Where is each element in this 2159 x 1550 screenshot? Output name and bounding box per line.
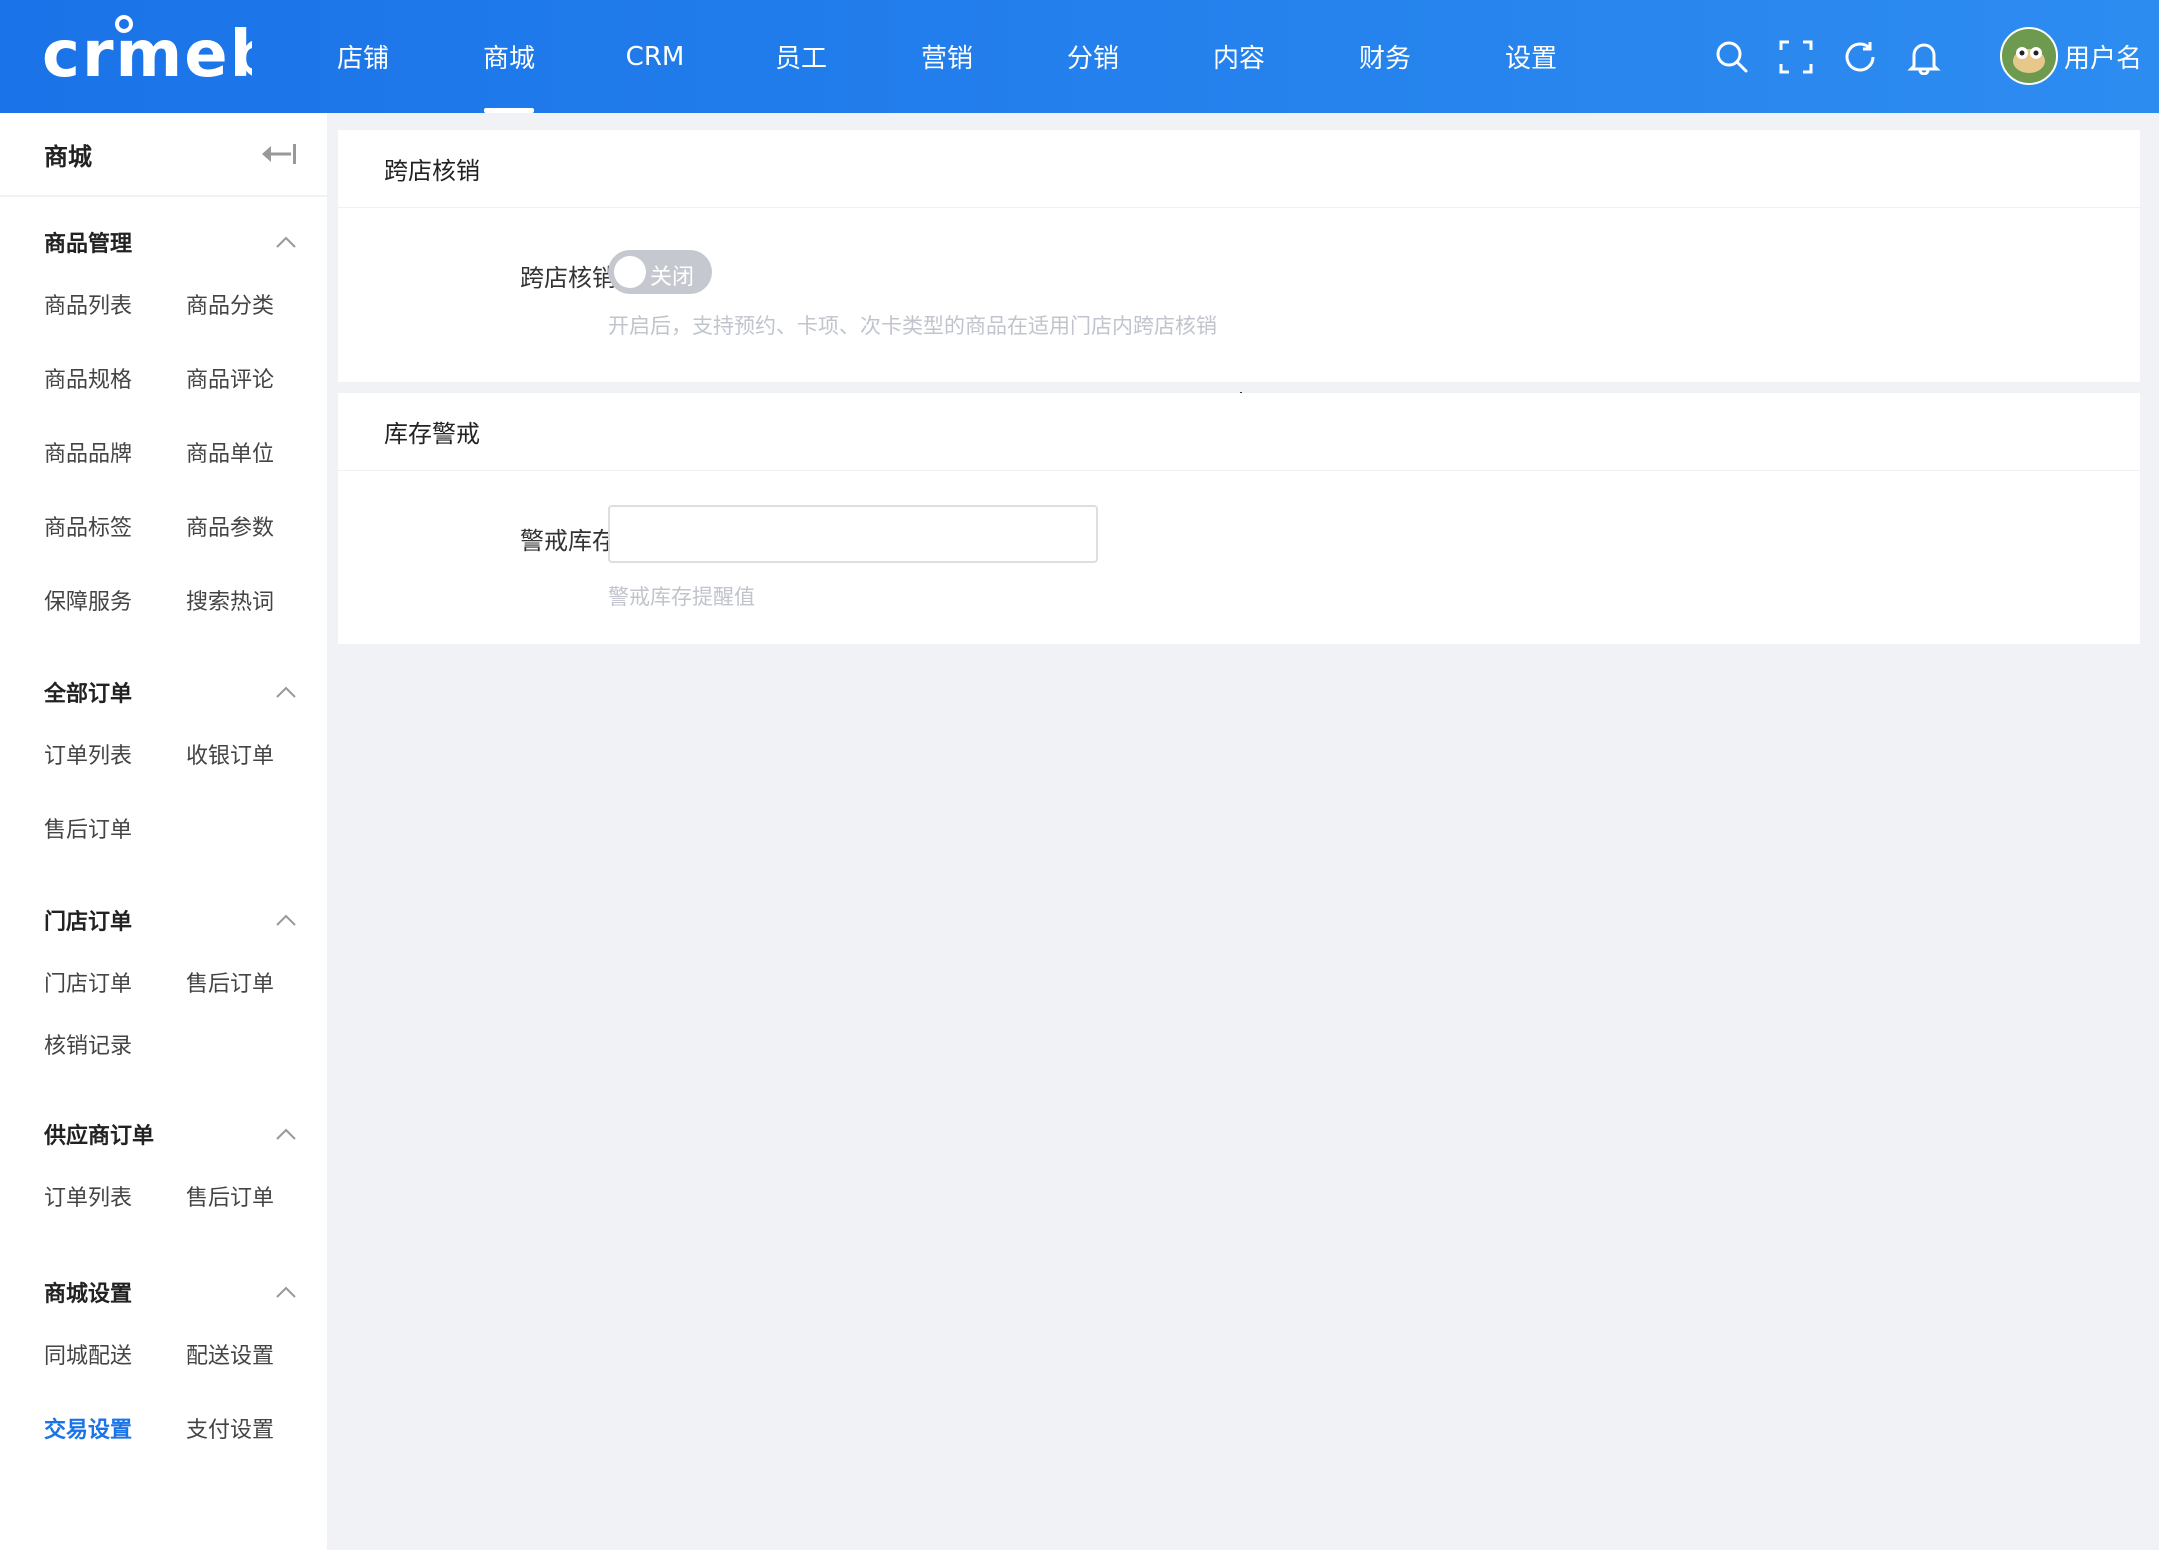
chevron-up-icon: [276, 1128, 296, 1140]
menu-item-verify-record[interactable]: 核销记录: [44, 1019, 186, 1069]
menu-item-product-brand[interactable]: 商品品牌: [44, 415, 186, 489]
stock-warning-input[interactable]: [608, 505, 1098, 563]
sidebar-title: 商城: [44, 142, 92, 171]
menu-item-trade-settings[interactable]: 交易设置: [44, 1391, 186, 1465]
menu-item-store-aftersale[interactable]: 售后订单: [186, 945, 328, 1019]
menu-item-product-list[interactable]: 商品列表: [44, 267, 186, 341]
nav-tab-content[interactable]: 内容: [1166, 0, 1312, 113]
section-title: 跨店核销: [338, 130, 2140, 208]
menu-group-products: 商品管理 商品列表 商品分类 商品规格 商品评论 商品品牌 商品单位 商品标签 …: [0, 217, 327, 637]
nav-tab-settings[interactable]: 设置: [1458, 0, 1604, 113]
header-tools: [1700, 0, 1956, 113]
stock-warning-label: 警戒库存: [520, 527, 616, 555]
cross-store-verify-help: 开启后，支持预约、卡项、次卡类型的商品在适用门店内跨店核销: [608, 314, 1217, 338]
nav-tab-store[interactable]: 店铺: [290, 0, 436, 113]
section-title: 库存警戒: [338, 393, 2140, 471]
menu-item-supplier-aftersale[interactable]: 售后订单: [186, 1159, 328, 1233]
menu-group-title[interactable]: 门店订单: [44, 895, 297, 945]
group-title-text: 全部订单: [44, 682, 133, 707]
avatar: [2000, 27, 2058, 85]
menu-group-orders: 全部订单 订单列表 收银订单 售后订单: [0, 667, 327, 865]
nav-tab-finance[interactable]: 财务: [1312, 0, 1458, 113]
chevron-up-icon: [276, 236, 296, 248]
menu-item-product-param[interactable]: 商品参数: [186, 489, 328, 563]
menu-item-cashier-order[interactable]: 收银订单: [186, 717, 328, 791]
menu-item-product-tag[interactable]: 商品标签: [44, 489, 186, 563]
refresh-icon[interactable]: [1828, 25, 1892, 89]
menu-item-supplier-order-list[interactable]: 订单列表: [44, 1159, 186, 1233]
group-title-text: 商城设置: [44, 1282, 133, 1307]
menu-item-hot-search[interactable]: 搜索热词: [186, 563, 328, 637]
chevron-up-icon: [276, 686, 296, 698]
menu-group-supplier-orders: 供应商订单 订单列表 售后订单: [0, 1109, 327, 1233]
menu-item-payment-settings[interactable]: 支付设置: [186, 1391, 328, 1465]
nav-tab-distribution[interactable]: 分销: [1020, 0, 1166, 113]
menu-item-delivery-settings[interactable]: 配送设置: [186, 1317, 328, 1391]
sidebar-header: 商城: [0, 113, 327, 197]
menu-group-title[interactable]: 供应商订单: [44, 1109, 297, 1159]
cross-store-verify-card: 跨店核销 跨店核销 关闭 开启后，支持预约、卡项、次卡类型的商品在适用门店内跨店…: [338, 130, 2140, 382]
menu-group-title[interactable]: 商城设置: [44, 1267, 297, 1317]
switch-knob: [614, 256, 646, 288]
menu-group-mall-settings: 商城设置 同城配送 配送设置 交易设置 支付设置: [0, 1267, 327, 1465]
group-title-text: 门店订单: [44, 910, 133, 935]
menu-item-store-order[interactable]: 门店订单: [44, 945, 186, 1019]
menu-item-city-delivery[interactable]: 同城配送: [44, 1317, 186, 1391]
menu-group-title[interactable]: 全部订单: [44, 667, 297, 717]
menu-item-product-spec[interactable]: 商品规格: [44, 341, 186, 415]
svg-text:crmeb: crmeb: [42, 18, 252, 92]
menu-item-aftersale-order[interactable]: 售后订单: [44, 791, 186, 865]
group-title-text: 商品管理: [44, 232, 133, 257]
nav-tab-staff[interactable]: 员工: [728, 0, 874, 113]
fullscreen-icon[interactable]: [1764, 25, 1828, 89]
user-menu[interactable]: 用户名: [2000, 26, 2142, 86]
group-title-text: 供应商订单: [44, 1124, 155, 1149]
sidebar: 商城 商品管理 商品列表 商品分类 商品规格 商品评论 商品品牌 商品单位 商品…: [0, 113, 327, 1550]
nav-tab-marketing[interactable]: 营销: [874, 0, 1020, 113]
menu-group-title[interactable]: 商品管理: [44, 217, 297, 267]
crmeb-logo[interactable]: crmeb: [42, 14, 252, 94]
top-header: crmeb 店铺 商城 CRM 员工 营销 分销 内容 财务 设置 用户名: [0, 0, 2159, 113]
search-icon[interactable]: [1700, 25, 1764, 89]
username: 用户名: [2064, 43, 2143, 74]
chevron-up-icon: [276, 1286, 296, 1298]
cross-store-verify-switch[interactable]: 关闭: [608, 250, 712, 294]
nav-tab-mall[interactable]: 商城: [436, 0, 582, 113]
menu-item-product-unit[interactable]: 商品单位: [186, 415, 328, 489]
collapse-sidebar-icon[interactable]: [261, 142, 297, 166]
chevron-up-icon: [276, 914, 296, 926]
menu-item-product-category[interactable]: 商品分类: [186, 267, 328, 341]
bell-icon[interactable]: [1892, 25, 1956, 89]
main-nav: 店铺 商城 CRM 员工 营销 分销 内容 财务 设置: [290, 0, 1604, 113]
menu-item-product-review[interactable]: 商品评论: [186, 341, 328, 415]
stock-warning-help: 警戒库存提醒值: [608, 585, 755, 609]
stock-warning-card: 库存警戒 警戒库存 警戒库存提醒值: [338, 393, 2140, 644]
switch-text: 关闭: [650, 265, 695, 290]
menu-group-store-orders: 门店订单 门店订单 售后订单 核销记录: [0, 895, 327, 1069]
menu-item-guarantee[interactable]: 保障服务: [44, 563, 186, 637]
cross-store-verify-label: 跨店核销: [520, 264, 616, 292]
menu-item-order-list[interactable]: 订单列表: [44, 717, 186, 791]
nav-tab-crm[interactable]: CRM: [582, 0, 728, 113]
